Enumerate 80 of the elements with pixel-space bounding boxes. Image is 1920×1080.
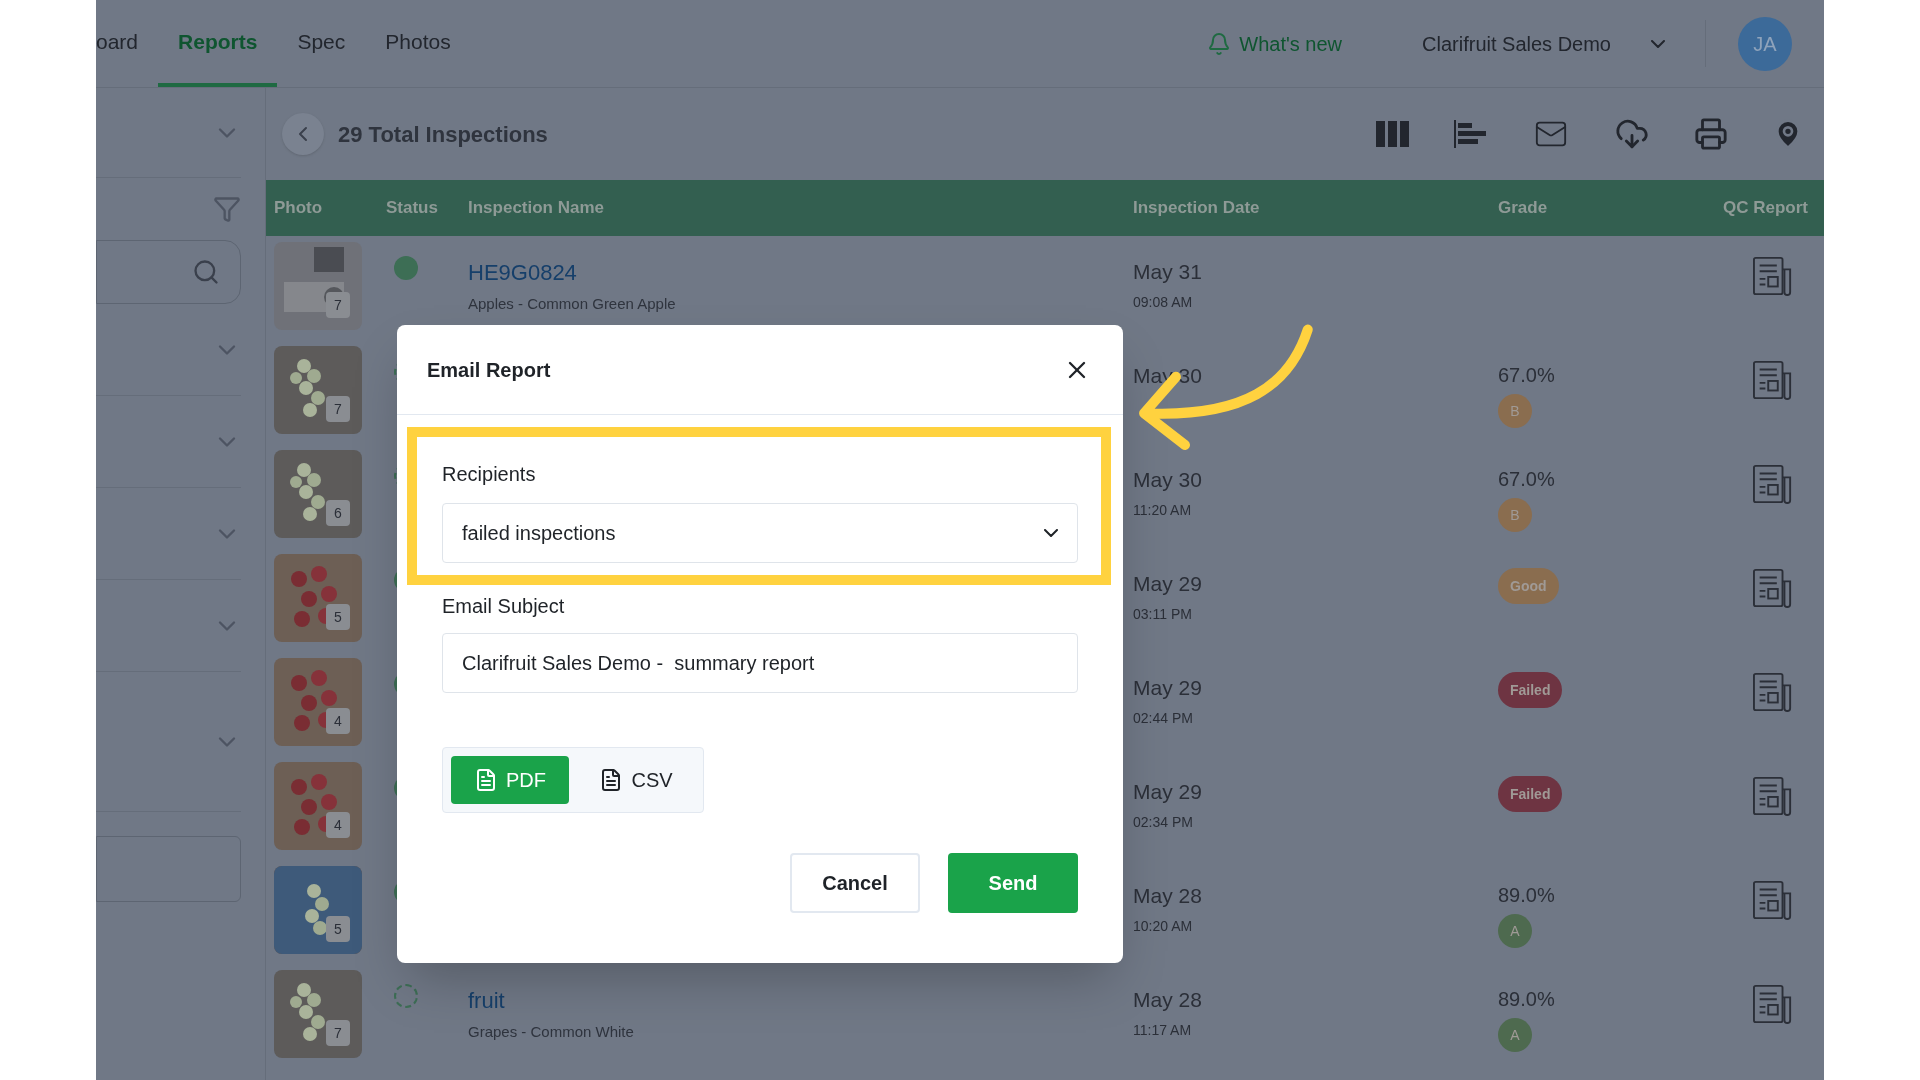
grade-badge: Failed — [1498, 776, 1563, 812]
format-option[interactable]: CSV — [577, 756, 695, 804]
report-icon[interactable] — [1752, 360, 1794, 400]
column-header: Grade — [1497, 197, 1549, 220]
whats-new-link[interactable]: What's new — [1207, 0, 1343, 87]
format-option[interactable]: PDF — [451, 756, 569, 804]
bar-chart-icon[interactable] — [1454, 120, 1488, 148]
inspection-date: May 28 — [1133, 987, 1203, 1013]
cloud-download-icon[interactable] — [1614, 117, 1650, 151]
inspections-count: 29 Total Inspections — [338, 120, 548, 149]
grade-badge: B — [1498, 498, 1532, 532]
inspection-time: 02:44 PM — [1133, 708, 1194, 728]
inspection-time: 03:11 PM — [1133, 604, 1193, 624]
grade-score: 89.0% — [1498, 987, 1555, 1012]
cancel-button[interactable]: Cancel — [790, 853, 920, 913]
subject-field[interactable]: Clarifruit Sales Demo - summary report — [442, 633, 1078, 693]
report-icon[interactable] — [1752, 776, 1794, 816]
search-field[interactable] — [96, 240, 241, 304]
photo-count: 7 — [326, 1020, 350, 1046]
field-label: Email Subject — [442, 594, 566, 619]
photo-count: 4 — [326, 708, 350, 734]
nav-tab[interactable]: oard — [96, 0, 159, 87]
report-icon[interactable] — [1752, 984, 1794, 1024]
search-icon — [192, 258, 220, 286]
field-label: Recipients — [442, 462, 537, 487]
column-header: Inspection Name — [467, 197, 606, 220]
photo-count: 4 — [326, 812, 350, 838]
grade-score: 67.0% — [1498, 467, 1555, 492]
inspection-date: May 30 — [1133, 467, 1203, 493]
report-icon[interactable] — [1752, 464, 1794, 504]
account-selector[interactable]: Clarifruit Sales Demo — [1422, 20, 1706, 67]
inspection-date: May 28 — [1133, 883, 1203, 909]
grade-score: 67.0% — [1498, 363, 1555, 388]
filter-icon[interactable] — [213, 195, 241, 223]
inspection-date: May 29 — [1133, 675, 1203, 701]
grade-badge: A — [1498, 914, 1532, 948]
dialog-title: Email Report — [427, 357, 551, 383]
inspection-time: 10:20 AM — [1133, 916, 1194, 936]
report-icon[interactable] — [1752, 568, 1794, 608]
photo-count: 7 — [326, 396, 350, 422]
grade-score: 89.0% — [1498, 883, 1555, 908]
report-icon[interactable] — [1752, 880, 1794, 920]
inspection-date: May 29 — [1133, 779, 1203, 805]
chevron-down-icon[interactable] — [1044, 529, 1058, 537]
send-button[interactable]: Send — [948, 853, 1078, 913]
input-field[interactable] — [96, 836, 241, 902]
nav-tab[interactable]: Photos — [365, 0, 471, 87]
inspection-time: 02:34 PM — [1133, 812, 1194, 832]
inspection-date: May 29 — [1133, 571, 1203, 597]
grade-badge: Good — [1498, 568, 1559, 604]
column-header: Photo — [273, 197, 324, 220]
column-header: Status — [385, 197, 439, 220]
columns-icon[interactable] — [1376, 121, 1410, 147]
inspection-time: 11:20 AM — [1133, 500, 1193, 520]
inspection-link[interactable]: fruit — [468, 984, 1125, 1017]
nav-tab[interactable]: Reports — [158, 0, 278, 87]
print-icon[interactable] — [1694, 117, 1728, 151]
report-icon[interactable] — [1752, 672, 1794, 712]
inspection-time: 09:08 AM — [1133, 292, 1194, 312]
column-header: Inspection Date — [1132, 197, 1261, 220]
bell-icon — [1207, 31, 1232, 56]
report-icon[interactable] — [1752, 256, 1794, 296]
photo-count: 6 — [326, 500, 350, 526]
photo-count: 7 — [326, 292, 350, 318]
grade-badge: B — [1498, 394, 1532, 428]
recipients-select[interactable]: failed inspections — [442, 503, 1078, 563]
grade-badge: Failed — [1498, 672, 1563, 708]
photo-count: 5 — [326, 604, 350, 630]
nav-tab[interactable]: Spec — [277, 0, 366, 87]
avatar[interactable]: JA — [1738, 16, 1792, 71]
grade-badge: A — [1498, 1018, 1532, 1052]
product-name: Apples - Common Green Apple — [468, 294, 677, 314]
inspection-link[interactable]: HE9G0824 — [468, 256, 1125, 289]
product-name: Grapes - Common White — [468, 1022, 635, 1042]
column-header: QC Report — [1722, 197, 1809, 220]
back-button[interactable] — [282, 113, 324, 155]
inspection-date: May 31 — [1133, 259, 1203, 285]
file-icon — [474, 768, 498, 792]
inspection-time: 11:17 AM — [1133, 1020, 1193, 1040]
photo-count: 5 — [326, 916, 350, 942]
